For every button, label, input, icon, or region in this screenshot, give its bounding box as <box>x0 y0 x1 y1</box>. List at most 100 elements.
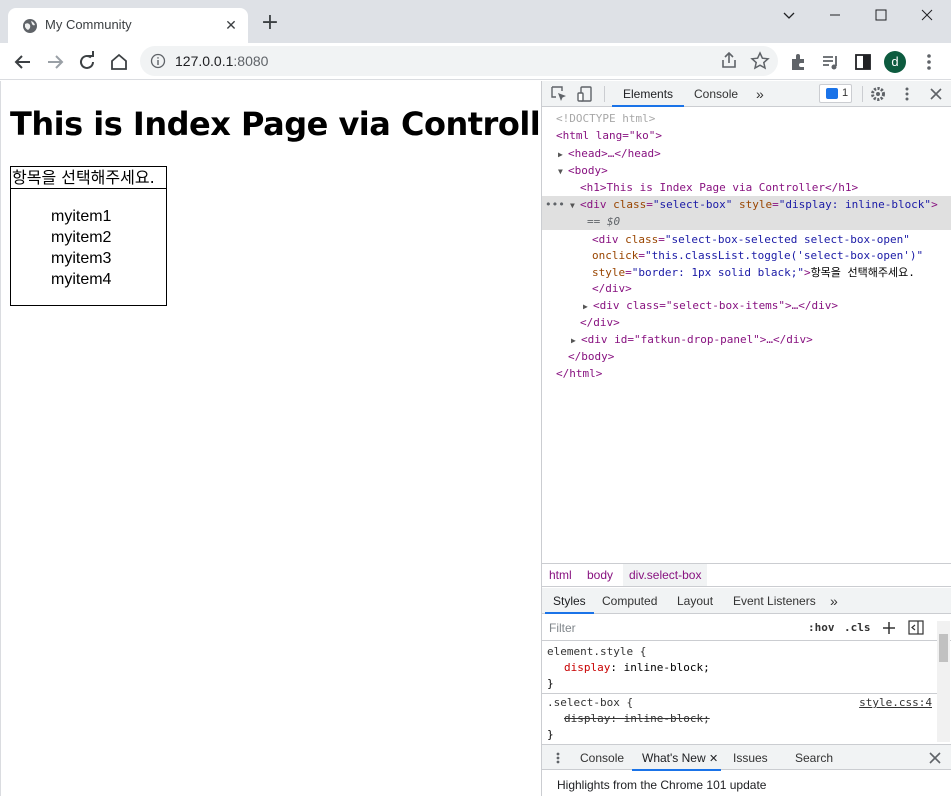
title-bar: My Community ✕ + <box>0 0 951 43</box>
dom-inner-div-line3[interactable]: style="border: 1px solid black;">항목을 선택해… <box>592 264 915 281</box>
tab-console[interactable]: Console <box>694 81 738 107</box>
share-icon[interactable] <box>718 50 740 72</box>
divider <box>604 86 605 102</box>
home-icon[interactable] <box>106 49 132 75</box>
extensions-icon[interactable] <box>788 51 810 73</box>
drawer-tab-whats-new[interactable]: What's New ✕ <box>632 745 722 771</box>
styles-scrollbar[interactable] <box>937 621 950 742</box>
select-box-items: myitem1 myitem2 myitem3 myitem4 <box>10 189 167 306</box>
element-style-selector[interactable]: element.style { <box>547 644 646 660</box>
inspect-element-icon[interactable] <box>550 85 568 103</box>
cls-toggle[interactable]: .cls <box>844 621 871 634</box>
select-item[interactable]: myitem3 <box>11 248 166 269</box>
close-drawer-tab-icon[interactable]: ✕ <box>709 753 718 765</box>
close-devtools-icon[interactable] <box>927 85 945 103</box>
customize-kebab-icon[interactable] <box>898 85 916 103</box>
dom-head[interactable]: ▶ <head>…</head> <box>558 145 661 162</box>
side-panel-icon[interactable] <box>852 51 874 73</box>
page-heading: This is Index Page via Controller <box>10 105 577 143</box>
dom-selected-div[interactable]: ••• ▼ <div class="select-box" style="disp… <box>542 196 951 230</box>
devtools-panel: Elements Console » 1 <!DOCTYPE html> <ht… <box>541 81 951 796</box>
ellipsis-icon[interactable]: ••• <box>545 196 565 213</box>
dom-body-close[interactable]: </body> <box>568 348 614 365</box>
dom-doctype[interactable]: <!DOCTYPE html> <box>556 110 655 127</box>
rule-divider <box>542 693 937 694</box>
dom-html-open[interactable]: <html lang="ko"> <box>556 127 662 144</box>
expand-triangle-icon[interactable]: ▶ <box>571 332 581 349</box>
dom-fatkun-div[interactable]: ▶ <div id="fatkun-drop-panel">…</div> <box>571 331 813 348</box>
divider <box>862 86 863 102</box>
dom-h1[interactable]: <h1>This is Index Page via Controller</h… <box>580 179 858 196</box>
address-bar[interactable]: 127.0.0.1:8080 <box>140 46 778 76</box>
select-item[interactable]: myitem2 <box>11 227 166 248</box>
dom-body-open[interactable]: ▼ <body> <box>558 162 608 179</box>
expand-triangle-icon[interactable]: ▶ <box>583 298 593 315</box>
tab-computed[interactable]: Computed <box>602 588 657 614</box>
drawer-tab-search[interactable]: Search <box>795 745 833 771</box>
device-toolbar-icon[interactable] <box>576 85 594 103</box>
back-icon[interactable] <box>10 49 36 75</box>
url-text[interactable]: 127.0.0.1:8080 <box>175 53 268 69</box>
select-box-rule-selector[interactable]: .select-box { <box>547 695 633 711</box>
expand-triangle-icon[interactable]: ▶ <box>558 146 568 163</box>
breadcrumb-div-select-box[interactable]: div.select-box <box>623 564 708 586</box>
browser-window: My Community ✕ + 127.0.0.1:8080 d This i… <box>0 0 951 796</box>
media-control-icon[interactable] <box>820 51 842 73</box>
close-window-icon[interactable] <box>904 0 950 32</box>
collapse-triangle-icon[interactable]: ▼ <box>558 163 568 180</box>
collapse-triangle-icon[interactable]: ▼ <box>570 197 580 214</box>
hov-toggle[interactable]: :hov <box>808 621 835 634</box>
tab-elements[interactable]: Elements <box>612 81 685 107</box>
close-tab-icon[interactable]: ✕ <box>222 17 240 35</box>
maximize-icon[interactable] <box>858 0 904 32</box>
source-link[interactable]: style.css:4 <box>859 695 932 711</box>
drawer-tab-bar: Console What's New ✕ Issues Search <box>542 744 951 771</box>
site-info-icon[interactable] <box>150 53 166 69</box>
select-item[interactable]: myitem4 <box>11 269 166 290</box>
new-tab-button[interactable]: + <box>259 12 281 35</box>
select-box-selected[interactable]: 항목을 선택해주세요. <box>10 166 167 189</box>
settings-gear-icon[interactable] <box>869 85 887 103</box>
tab-layout[interactable]: Layout <box>677 588 713 614</box>
dom-items-div[interactable]: ▶ <div class="select-box-items">…</div> <box>583 297 838 314</box>
more-tabs-icon[interactable]: » <box>756 81 764 107</box>
tab-search-icon[interactable] <box>766 0 812 32</box>
globe-icon <box>23 19 37 33</box>
drawer-tab-console[interactable]: Console <box>580 745 624 771</box>
breadcrumb-body[interactable]: body <box>587 564 613 586</box>
dom-inner-div-line2[interactable]: onclick="this.classList.toggle('select-b… <box>592 247 923 264</box>
element-style-declaration[interactable]: display: inline-block; <box>564 660 710 676</box>
reload-icon[interactable] <box>74 49 100 75</box>
page-viewport: This is Index Page via Controller 항목을 선택… <box>0 81 577 796</box>
styles-pane: element.style { display: inline-block; }… <box>542 642 951 744</box>
dom-inner-div-close[interactable]: </div> <box>592 280 632 297</box>
close-drawer-icon[interactable] <box>928 751 942 765</box>
drawer-tab-issues[interactable]: Issues <box>733 745 768 771</box>
breadcrumb-html[interactable]: html <box>549 564 572 586</box>
forward-icon[interactable] <box>42 49 68 75</box>
select-item[interactable]: myitem1 <box>11 206 166 227</box>
toggle-sidebar-icon[interactable] <box>908 620 924 635</box>
profile-avatar[interactable]: d <box>884 51 906 73</box>
drawer-menu-icon[interactable] <box>552 751 564 765</box>
dom-tree: <!DOCTYPE html> <html lang="ko"> ▶ <head>… <box>542 108 951 563</box>
more-tabs-icon[interactable]: » <box>830 588 838 614</box>
styles-filter-bar: Filter :hov .cls <box>542 615 951 641</box>
dom-inner-div-line1[interactable]: <div class="select-box-selected select-b… <box>592 231 910 248</box>
devtools-tab-bar: Elements Console » 1 <box>542 81 951 107</box>
new-rule-plus-icon[interactable] <box>882 621 896 635</box>
tab-event-listeners[interactable]: Event Listeners <box>733 588 816 614</box>
filter-input[interactable]: Filter <box>549 621 576 635</box>
tab-styles[interactable]: Styles <box>545 588 594 614</box>
scrollbar-thumb[interactable] <box>939 634 948 662</box>
issues-badge[interactable]: 1 <box>819 84 852 103</box>
menu-kebab-icon[interactable] <box>918 51 940 73</box>
dom-div-close[interactable]: </div> <box>580 314 620 331</box>
bookmark-star-icon[interactable] <box>749 50 771 72</box>
select-box[interactable]: 항목을 선택해주세요. myitem1 myitem2 myitem3 myit… <box>10 166 167 306</box>
dom-html-close[interactable]: </html> <box>556 365 602 382</box>
minimize-icon[interactable] <box>812 0 858 32</box>
overridden-declaration[interactable]: display: inline-block; <box>564 711 710 727</box>
browser-toolbar: 127.0.0.1:8080 d <box>0 43 951 80</box>
browser-tab[interactable]: My Community ✕ <box>8 8 248 43</box>
